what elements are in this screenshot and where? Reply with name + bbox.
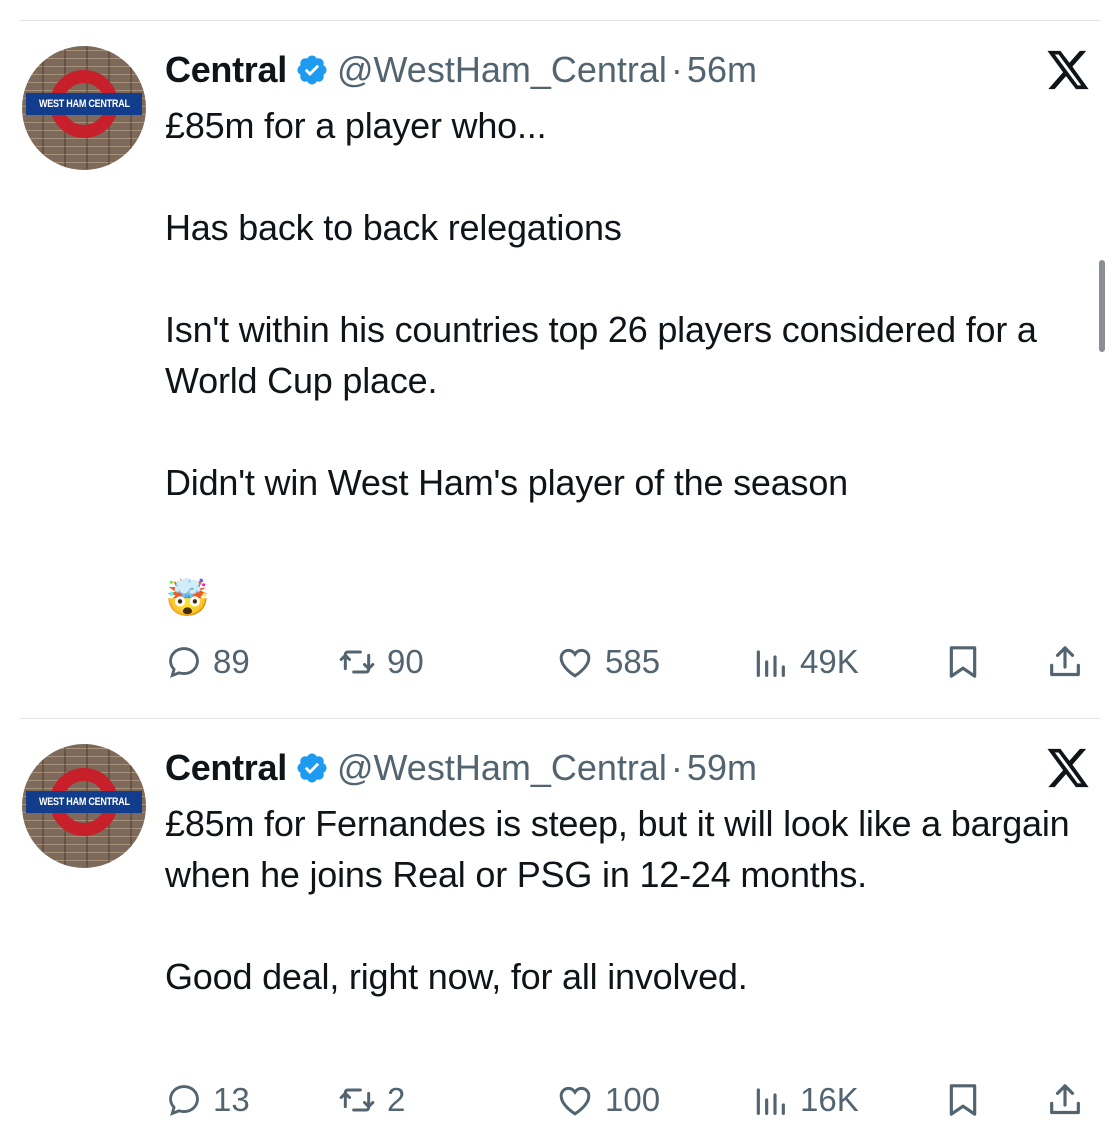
bookmark-button[interactable] bbox=[943, 1077, 983, 1123]
exploding-head-emoji: 🤯 bbox=[165, 577, 210, 618]
views-button[interactable]: 49K bbox=[750, 639, 859, 685]
timestamp[interactable]: 59m bbox=[687, 747, 757, 789]
views-count: 49K bbox=[800, 643, 859, 680]
reply-count: 13 bbox=[213, 1081, 250, 1118]
views-icon bbox=[756, 1088, 785, 1115]
repost-button[interactable]: 90 bbox=[337, 639, 424, 685]
bookmark-icon bbox=[949, 1084, 977, 1116]
repost-button[interactable]: 2 bbox=[337, 1077, 405, 1123]
repost-icon bbox=[339, 650, 375, 674]
repost-count: 2 bbox=[387, 1081, 406, 1118]
tweet-header: Central @WestHam_Central · 56m bbox=[165, 48, 757, 92]
tweet-header: Central @WestHam_Central · 59m bbox=[165, 746, 757, 790]
like-count: 585 bbox=[605, 643, 661, 680]
separator: · bbox=[670, 747, 683, 788]
tweet-divider bbox=[20, 718, 1100, 719]
like-count: 100 bbox=[605, 1081, 661, 1118]
bookmark-icon bbox=[949, 646, 977, 678]
separator: · bbox=[670, 49, 683, 90]
views-icon bbox=[756, 650, 785, 677]
like-icon bbox=[559, 1086, 591, 1116]
tweet-actions: 89 90 585 49K bbox=[165, 639, 1095, 685]
like-button[interactable]: 100 bbox=[555, 1077, 660, 1123]
views-count: 16K bbox=[800, 1081, 859, 1118]
verified-badge-icon bbox=[295, 53, 329, 87]
tweet-text: £85m for Fernandes is steep, but it will… bbox=[165, 803, 1070, 997]
repost-count: 90 bbox=[387, 643, 424, 680]
views-button[interactable]: 16K bbox=[750, 1077, 859, 1123]
display-name[interactable]: Central bbox=[165, 49, 287, 91]
bookmark-button[interactable] bbox=[943, 639, 983, 685]
avatar-label: WEST HAM CENTRAL bbox=[38, 796, 130, 808]
display-name[interactable]: Central bbox=[165, 747, 287, 789]
handle[interactable]: @WestHam_Central bbox=[337, 49, 667, 91]
reply-icon bbox=[169, 647, 199, 678]
avatar-label: WEST HAM CENTRAL bbox=[38, 98, 130, 110]
x-logo-icon bbox=[1047, 748, 1089, 788]
x-logo-icon bbox=[1047, 50, 1089, 90]
handle[interactable]: @WestHam_Central bbox=[337, 747, 667, 789]
like-button[interactable]: 585 bbox=[555, 639, 660, 685]
repost-icon bbox=[339, 1088, 375, 1112]
share-button[interactable] bbox=[1045, 1077, 1085, 1123]
reply-button[interactable]: 13 bbox=[165, 1077, 250, 1123]
share-icon bbox=[1050, 1084, 1080, 1115]
like-icon bbox=[559, 648, 591, 678]
top-divider bbox=[20, 20, 1100, 21]
scrollbar[interactable] bbox=[1099, 260, 1105, 352]
tweet-text: £85m for a player who... Has back to bac… bbox=[165, 105, 1037, 503]
share-button[interactable] bbox=[1045, 639, 1085, 685]
reply-icon bbox=[169, 1085, 199, 1116]
share-icon bbox=[1050, 646, 1080, 677]
avatar[interactable]: WEST HAM CENTRAL bbox=[22, 744, 146, 868]
timestamp[interactable]: 56m bbox=[687, 49, 757, 91]
tweet-actions: 13 2 100 16K bbox=[165, 1077, 1095, 1123]
timeline: WEST HAM CENTRAL Central @WestHam_Centra… bbox=[0, 0, 1116, 1145]
avatar[interactable]: WEST HAM CENTRAL bbox=[22, 46, 146, 170]
reply-count: 89 bbox=[213, 643, 250, 680]
reply-button[interactable]: 89 bbox=[165, 639, 250, 685]
verified-badge-icon bbox=[295, 751, 329, 785]
